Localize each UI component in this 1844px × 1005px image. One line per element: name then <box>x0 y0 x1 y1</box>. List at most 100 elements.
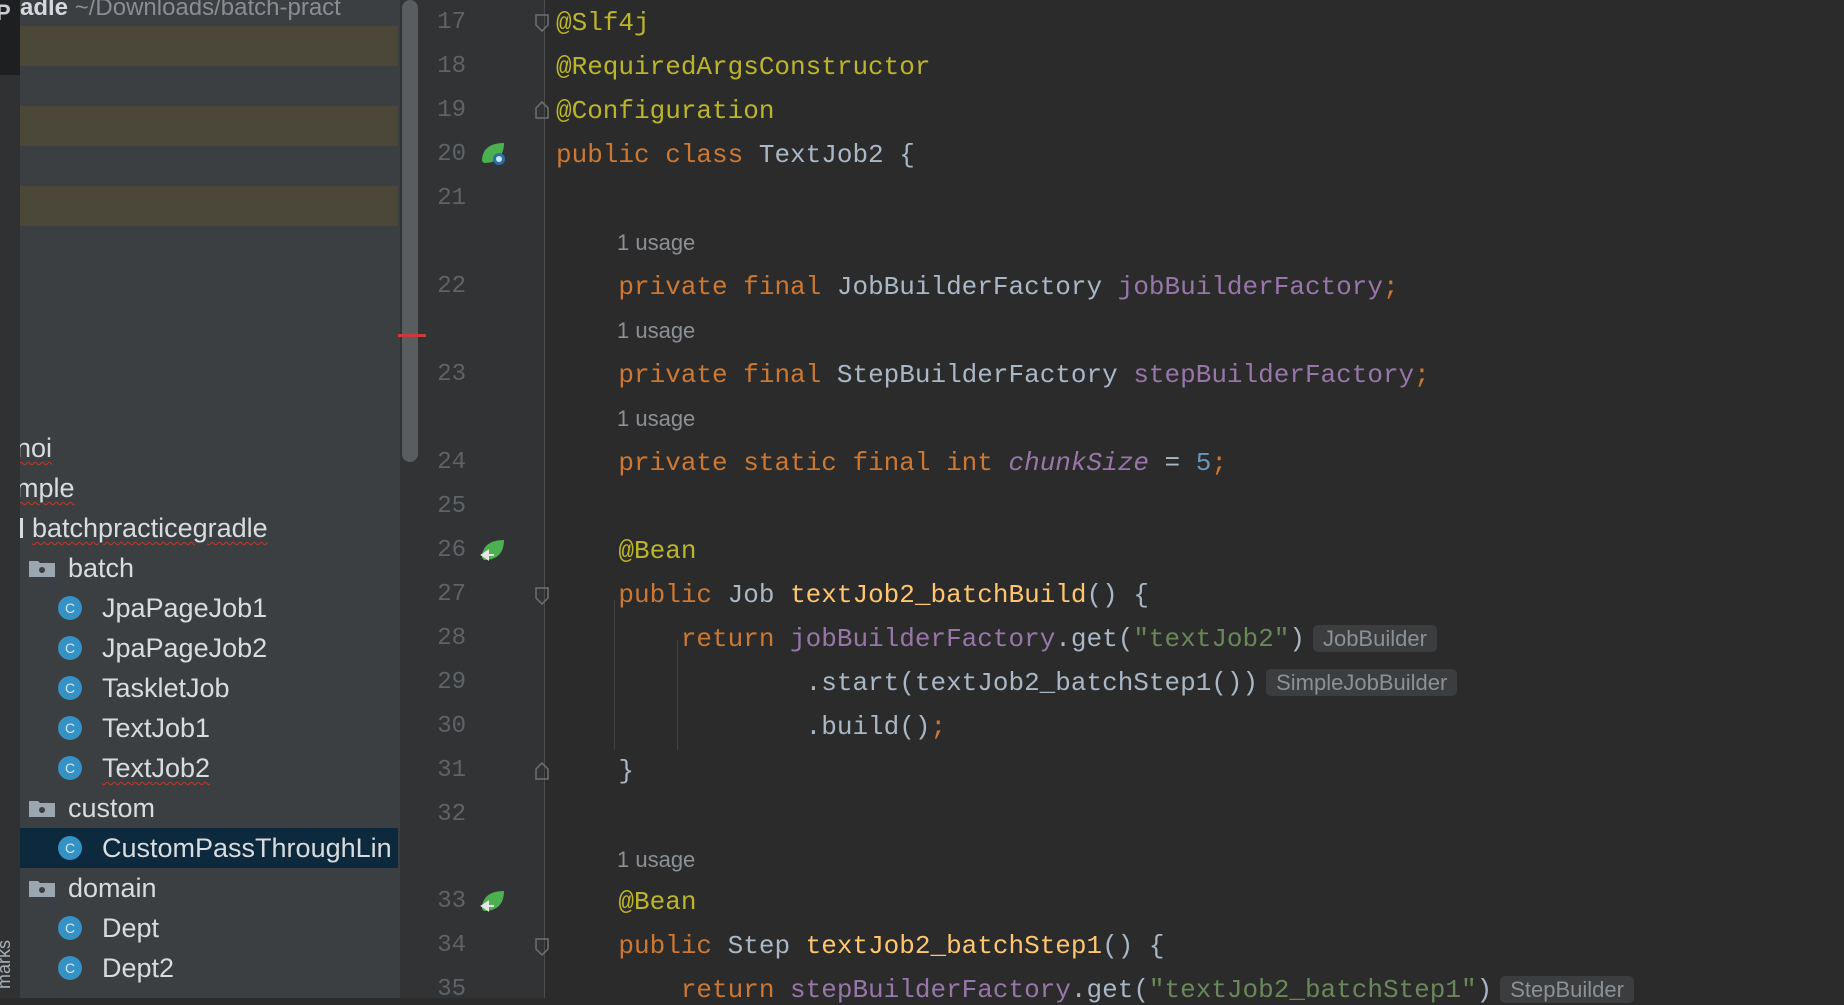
code-line-30[interactable]: .build(); <box>556 712 946 742</box>
project-tool-tab[interactable]: P <box>0 0 20 75</box>
code-line-26[interactable]: @Bean <box>556 536 696 566</box>
keyword: public <box>618 931 728 961</box>
fold-close-icon[interactable] <box>535 101 549 119</box>
highlighted-row[interactable] <box>20 26 398 66</box>
fold-open-icon[interactable] <box>535 587 549 605</box>
tree-item-class[interactable]: C JpaPageJob1 <box>20 588 398 628</box>
java-class-icon: C <box>58 716 82 740</box>
code-line-28[interactable]: return jobBuilderFactory.get("textJob2")… <box>556 624 1437 654</box>
fold-close-icon[interactable] <box>535 762 549 780</box>
code-line-19[interactable]: @Configuration <box>556 96 774 126</box>
line-number: 25 <box>437 493 466 520</box>
tree-item-label: TextJob2 <box>102 753 211 783</box>
usage-hint[interactable]: 1 usage <box>617 847 695 873</box>
string-literal: "textJob2_batchStep1" <box>1148 975 1477 1005</box>
tree-item-label: CustomPassThroughLin <box>102 833 392 863</box>
error-stripe-mark[interactable] <box>398 334 426 337</box>
java-class-icon: C <box>58 596 82 620</box>
tree-item-folder[interactable]: custom <box>20 788 398 828</box>
highlighted-row[interactable] <box>20 106 398 146</box>
code-line-18[interactable]: @RequiredArgsConstructor <box>556 52 930 82</box>
tree-item-package[interactable]: mple <box>20 468 398 508</box>
line-number: 20 <box>437 141 466 168</box>
line-number: 17 <box>437 9 466 36</box>
tree-item-folder[interactable]: domain <box>20 868 398 908</box>
code-line-22[interactable]: private final JobBuilderFactory jobBuild… <box>556 272 1399 302</box>
type-name: Job <box>727 580 791 610</box>
code-line-33[interactable]: @Bean <box>556 887 696 917</box>
line-number: 19 <box>437 97 466 124</box>
type-hint[interactable]: JobBuilder <box>1312 625 1437 652</box>
tree-item-class[interactable]: C JpaPageJob2 <box>20 628 398 668</box>
tree-item-class[interactable]: C TextJob2 <box>20 748 398 788</box>
method-chain: .start(textJob2_batchStep1()) <box>805 668 1259 698</box>
code-line-24[interactable]: private static final int chunkSize = 5; <box>556 448 1227 478</box>
line-number: 22 <box>437 273 466 300</box>
project-header: adle ~/Downloads/batch-pract <box>20 0 341 22</box>
project-name[interactable]: adle <box>20 0 68 21</box>
spring-bean-method-icon[interactable] <box>478 536 508 566</box>
type-name: StepBuilderFactory <box>836 360 1134 390</box>
method-name: textJob2_batchStep1 <box>805 931 1103 961</box>
bookmarks-tool-label[interactable]: marks <box>0 940 15 989</box>
keyword: private final <box>618 272 837 302</box>
type-hint[interactable]: SimpleJobBuilder <box>1266 669 1458 696</box>
tree-item-class[interactable]: C TaskletJob <box>20 668 398 708</box>
tree-item-label: batch <box>68 553 135 583</box>
package-folder-icon <box>29 801 55 817</box>
code-line-35[interactable]: return stepBuilderFactory.get("textJob2_… <box>556 975 1634 1005</box>
keyword: return <box>680 624 791 654</box>
class-name: TextJob2 { <box>758 140 915 170</box>
annotation: @RequiredArgsConstructor <box>556 52 931 82</box>
tree-item-package[interactable]: batchpracticegradle <box>20 508 398 548</box>
type-name: JobBuilderFactory <box>836 272 1118 302</box>
usage-hint[interactable]: 1 usage <box>617 230 695 256</box>
line-number: 29 <box>437 669 466 696</box>
fold-open-icon[interactable] <box>535 14 549 32</box>
type-hint[interactable]: StepBuilder <box>1500 976 1634 1003</box>
tree-item-class[interactable]: C Dept2 <box>20 948 398 988</box>
semicolon: ; <box>930 712 947 742</box>
project-panel: adle ~/Downloads/batch-pract noi mple batc… <box>20 0 400 998</box>
number-literal: 5 <box>1195 448 1212 478</box>
tree-item-folder[interactable]: batch <box>20 548 398 588</box>
operator: = <box>1148 448 1196 478</box>
usage-hint[interactable]: 1 usage <box>617 406 695 432</box>
semicolon: ; <box>1382 272 1399 302</box>
spring-bean-method-icon[interactable] <box>478 887 508 917</box>
code-line-31[interactable]: } <box>556 756 634 786</box>
paren: ) <box>1289 624 1305 654</box>
tree-item-label: noi <box>20 433 53 463</box>
keyword: public <box>618 580 728 610</box>
code-line-20[interactable]: public class TextJob2 { <box>556 140 915 170</box>
code-line-23[interactable]: private final StepBuilderFactory stepBui… <box>556 360 1429 390</box>
field-name: stepBuilderFactory <box>1133 360 1415 390</box>
tree-item-class[interactable]: C CustomPassThroughLin <box>20 828 398 868</box>
java-class-icon: C <box>58 956 82 980</box>
line-number: 24 <box>437 449 466 476</box>
tree-item-label: mple <box>20 473 75 503</box>
package-folder-icon <box>29 881 55 897</box>
project-scrollbar[interactable] <box>402 0 418 462</box>
java-class-icon: C <box>58 756 82 780</box>
code-line-29[interactable]: .start(textJob2_batchStep1()) SimpleJobBu… <box>556 668 1458 698</box>
code-line-27[interactable]: public Job textJob2_batchBuild() { <box>556 580 1149 610</box>
package-folder-icon <box>29 561 55 577</box>
tree-item-label: custom <box>68 793 156 823</box>
line-number: 21 <box>437 185 466 212</box>
tree-item-class[interactable]: C TextJob1 <box>20 708 398 748</box>
tree-item-label: batchpracticegradle <box>32 513 268 543</box>
method-call: .get( <box>1070 975 1149 1005</box>
tree-item-class[interactable]: C Dept <box>20 908 398 948</box>
fold-open-icon[interactable] <box>535 938 549 956</box>
code-line-34[interactable]: public Step textJob2_batchStep1() { <box>556 931 1164 961</box>
line-number: 28 <box>437 625 466 652</box>
method-parens: () { <box>1086 580 1149 610</box>
tree-item-package[interactable]: noi <box>20 428 398 468</box>
line-number: 32 <box>437 801 466 828</box>
spring-bean-class-icon[interactable] <box>478 139 508 169</box>
gutter-separator <box>544 0 545 998</box>
code-line-17[interactable]: @Slf4j <box>556 8 650 38</box>
highlighted-row[interactable] <box>20 186 398 226</box>
usage-hint[interactable]: 1 usage <box>617 318 695 344</box>
